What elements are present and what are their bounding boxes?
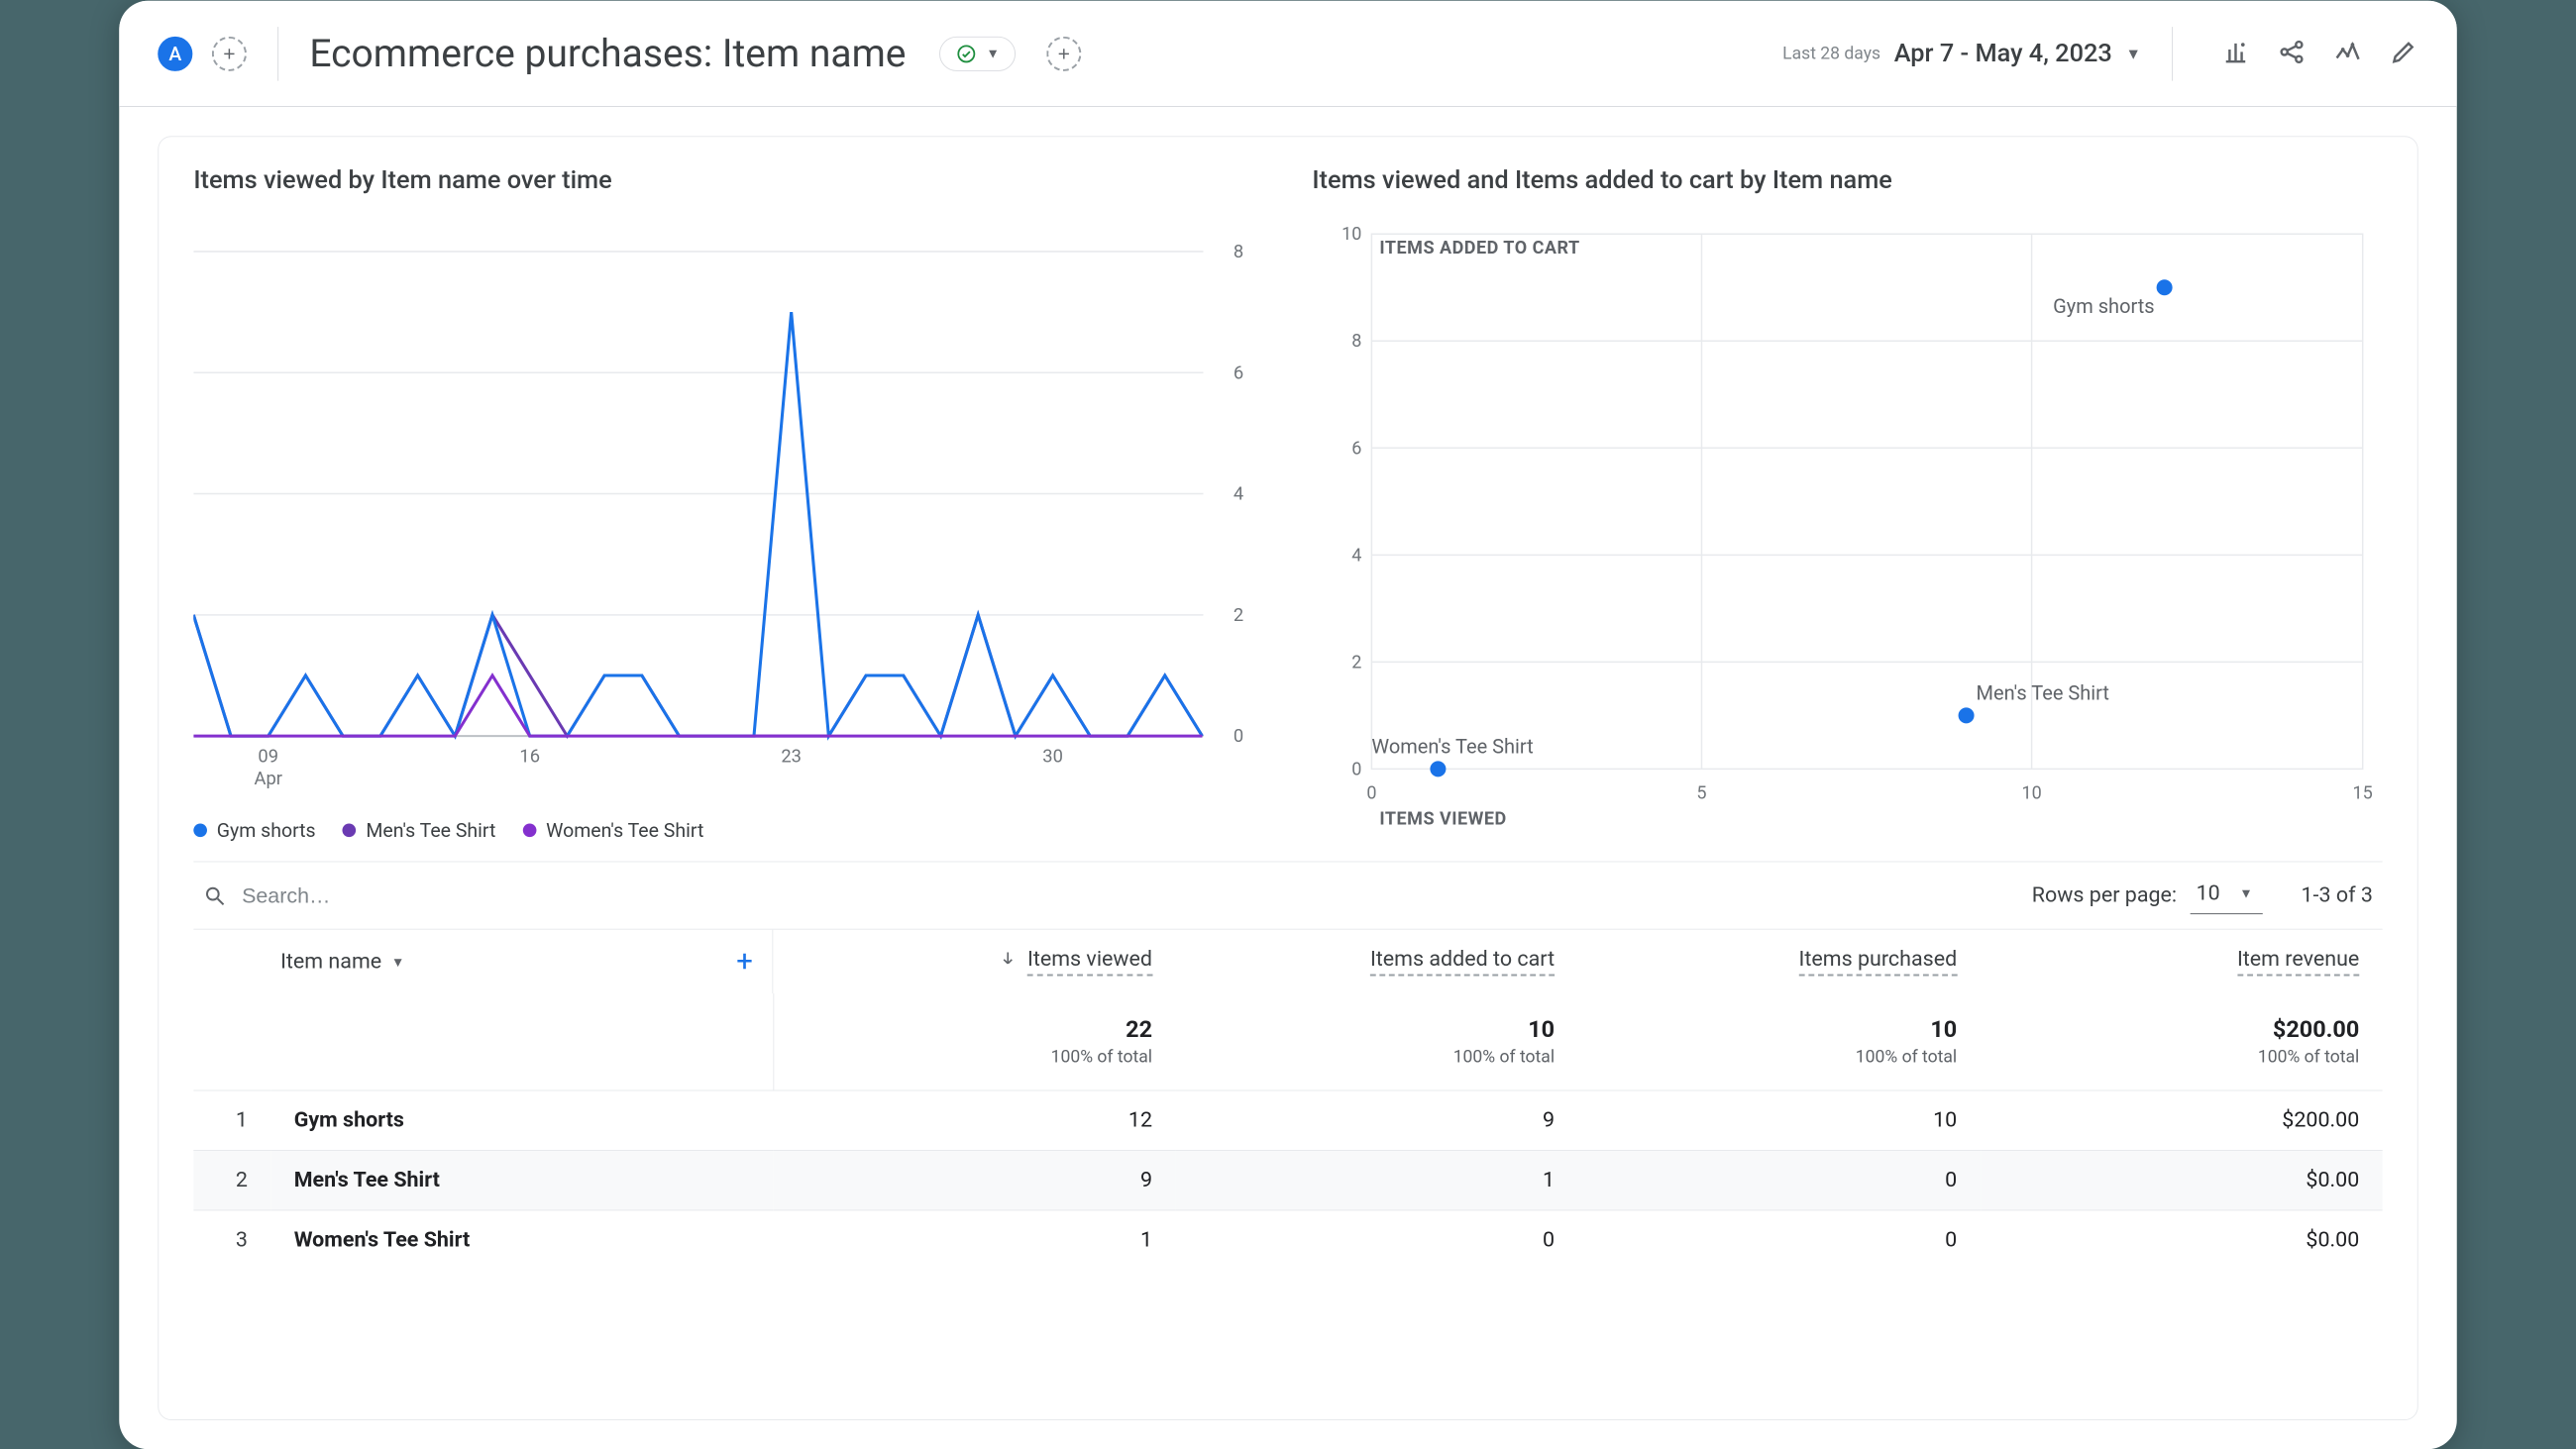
share-icon xyxy=(2277,37,2306,65)
y-tick: 10 xyxy=(1342,224,1361,245)
date-range-picker[interactable]: Last 28 days Apr 7 - May 4, 2023 ▼ xyxy=(1782,39,2141,67)
rows-per-page: Rows per page: 10 ▼ xyxy=(2032,877,2263,913)
x-tick: 23 xyxy=(781,746,802,767)
col-header-items-added[interactable]: Items added to cart xyxy=(1199,947,1555,976)
dimension-picker[interactable]: Item name xyxy=(280,949,381,973)
table-toolbar: Rows per page: 10 ▼ 1-3 of 3 xyxy=(193,862,2382,929)
add-dimension-button[interactable]: + xyxy=(736,944,753,978)
header-actions xyxy=(2221,37,2418,69)
legend-dot-icon xyxy=(343,823,357,837)
customize-report-button[interactable] xyxy=(2221,37,2250,69)
scatter-chart[interactable]: 10 8 6 4 2 0 0 5 10 15 ITEMS A xyxy=(1312,212,2382,850)
chevron-down-icon: ▼ xyxy=(2239,884,2253,901)
chevron-down-icon: ▼ xyxy=(986,45,1000,61)
series-gym-shorts xyxy=(193,312,1202,736)
body: Items viewed by Item name over time xyxy=(119,107,2457,1449)
plus-icon xyxy=(221,45,239,62)
scatter-point-label: Women's Tee Shirt xyxy=(1371,734,1533,758)
share-button[interactable] xyxy=(2277,37,2306,69)
line-chart-title: Items viewed by Item name over time xyxy=(193,165,1263,194)
search-field[interactable] xyxy=(203,882,532,907)
line-chart-svg: 0 2 4 6 8 09 Apr 16 23 30 xyxy=(193,212,1263,795)
page-title: Ecommerce purchases: Item name xyxy=(309,30,906,75)
line-chart[interactable]: 0 2 4 6 8 09 Apr 16 23 30 xyxy=(193,212,1263,795)
data-table: Item name ▼ + Items viewed Items added t… xyxy=(193,929,2382,1269)
scatter-point-label: Gym shorts xyxy=(2053,294,2154,318)
col-header-items-purchased[interactable]: Items purchased xyxy=(1601,947,1957,976)
table-row[interactable]: 1 Gym shorts 12 9 10 $200.00 xyxy=(193,1089,2382,1149)
status-pill[interactable]: ▼ xyxy=(939,36,1017,70)
legend-item[interactable]: Men's Tee Shirt xyxy=(343,818,495,841)
series-womens-tee xyxy=(193,674,1202,735)
col-header-item-revenue[interactable]: Item revenue xyxy=(2003,947,2359,976)
scatter-point[interactable] xyxy=(1959,707,1975,723)
pencil-icon xyxy=(2390,37,2418,65)
check-circle-icon xyxy=(955,43,976,63)
x-tick: 09 xyxy=(258,746,278,767)
dimension-header: Item name ▼ + xyxy=(193,929,773,992)
y-tick: 4 xyxy=(1351,545,1361,566)
edit-button[interactable] xyxy=(2390,37,2418,69)
app-card: A Ecommerce purchases: Item name ▼ Last … xyxy=(119,0,2457,1449)
charts-row: Items viewed by Item name over time xyxy=(193,165,2382,842)
chart-icon xyxy=(2221,37,2250,65)
rows-per-page-label: Rows per page: xyxy=(2032,882,2177,906)
y-tick: 2 xyxy=(1234,604,1243,625)
legend-item[interactable]: Gym shorts xyxy=(193,818,315,841)
add-comparison-button[interactable] xyxy=(212,36,247,70)
scatter-chart-column: Items viewed and Items added to cart by … xyxy=(1312,165,2382,842)
scatter-point-label: Men's Tee Shirt xyxy=(1977,680,2109,704)
x-axis-title: ITEMS VIEWED xyxy=(1379,808,1506,829)
date-range-value: Apr 7 - May 4, 2023 xyxy=(1894,39,2112,67)
x-tick: 30 xyxy=(1042,746,1063,767)
search-icon xyxy=(203,883,226,906)
x-tick: 10 xyxy=(2021,782,2041,803)
y-tick: 6 xyxy=(1351,438,1361,459)
legend-item[interactable]: Women's Tee Shirt xyxy=(523,818,704,841)
x-tick: 0 xyxy=(1366,782,1376,803)
totals-row: 22100% of total 10100% of total 10100% o… xyxy=(193,993,2382,1090)
y-tick: 8 xyxy=(1351,331,1361,352)
pagination-range: 1-3 of 3 xyxy=(2301,882,2372,906)
scatter-chart-title: Items viewed and Items added to cart by … xyxy=(1312,165,2382,194)
legend-dot-icon xyxy=(193,823,207,837)
col-header-items-viewed[interactable]: Items viewed xyxy=(797,947,1152,976)
chevron-down-icon: ▼ xyxy=(2125,44,2140,63)
x-tick: 5 xyxy=(1696,782,1706,803)
main-panel: Items viewed by Item name over time xyxy=(158,136,2418,1420)
chevron-down-icon: ▼ xyxy=(391,953,405,970)
insights-button[interactable] xyxy=(2333,37,2362,69)
separator xyxy=(2172,26,2173,80)
arrow-down-icon xyxy=(999,949,1019,974)
add-filter-button[interactable] xyxy=(1047,36,1082,70)
x-tick: 15 xyxy=(2353,782,2373,803)
y-axis-title: ITEMS ADDED TO CART xyxy=(1379,238,1579,259)
y-tick: 2 xyxy=(1351,652,1361,673)
y-tick: 6 xyxy=(1234,362,1243,383)
line-chart-legend: Gym shorts Men's Tee Shirt Women's Tee S… xyxy=(193,818,1263,841)
search-input[interactable] xyxy=(242,882,532,907)
y-tick: 4 xyxy=(1234,483,1243,504)
line-chart-column: Items viewed by Item name over time xyxy=(193,165,1263,842)
separator xyxy=(277,26,278,80)
x-tick: Apr xyxy=(255,769,282,789)
table-row[interactable]: 3 Women's Tee Shirt 1 0 0 $0.00 xyxy=(193,1209,2382,1269)
rows-per-page-select[interactable]: 10 ▼ xyxy=(2191,877,2263,913)
scatter-chart-svg: 10 8 6 4 2 0 0 5 10 15 ITEMS A xyxy=(1312,212,2382,850)
series-mens-tee xyxy=(193,614,1202,735)
header: A Ecommerce purchases: Item name ▼ Last … xyxy=(119,0,2457,106)
date-range-label: Last 28 days xyxy=(1782,43,1880,62)
sparkline-icon xyxy=(2333,37,2362,65)
y-tick: 0 xyxy=(1234,726,1243,747)
x-tick: 16 xyxy=(519,746,540,767)
y-tick: 0 xyxy=(1351,759,1361,779)
scatter-point[interactable] xyxy=(1430,761,1446,776)
legend-dot-icon xyxy=(523,823,537,837)
scatter-point[interactable] xyxy=(2157,279,2173,295)
segment-chip-all-users[interactable]: A xyxy=(158,36,192,70)
y-tick: 8 xyxy=(1234,242,1243,262)
plus-icon xyxy=(1055,45,1073,62)
table-row[interactable]: 2 Men's Tee Shirt 9 1 0 $0.00 xyxy=(193,1150,2382,1209)
